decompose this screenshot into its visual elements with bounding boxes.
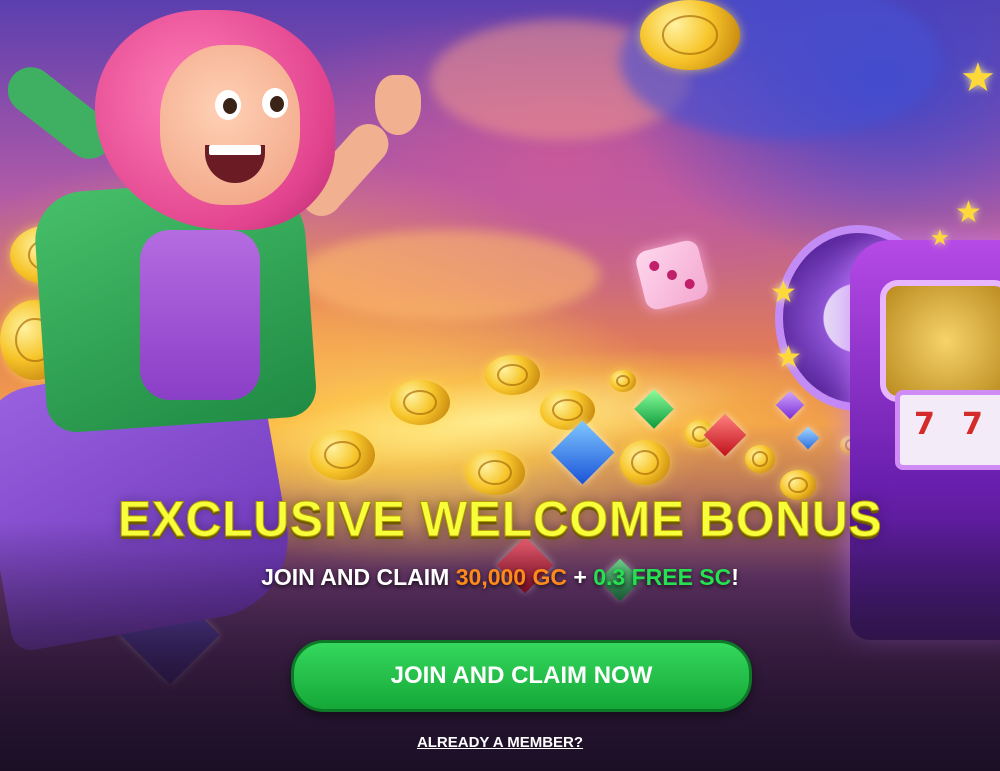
bonus-headline: EXCLUSIVE WELCOME BONUS	[117, 491, 883, 548]
reel-symbol: 7	[962, 407, 983, 442]
coin-icon	[485, 355, 540, 395]
subline-suffix: !	[731, 564, 739, 590]
reel-symbol: 7	[914, 407, 935, 442]
welcome-banner: 7 7 ★ ★ ★ ★ ★ EXCLUSIVE WELCOME BONUS JO…	[0, 0, 1000, 771]
join-and-claim-button[interactable]: JOIN AND CLAIM NOW	[291, 640, 752, 712]
already-member-link[interactable]: ALREADY A MEMBER?	[0, 734, 1000, 751]
peace-hand	[375, 75, 421, 135]
coin-icon	[620, 440, 670, 485]
subline-prefix: JOIN AND CLAIM	[261, 564, 456, 590]
sc-amount: 0.3 FREE SC	[593, 564, 732, 590]
dice-icon	[633, 238, 711, 312]
gc-amount: 30,000 GC	[455, 564, 567, 590]
coin-icon	[745, 445, 775, 473]
gem-icon	[796, 426, 820, 450]
slot-reels: 7 7	[895, 390, 1000, 470]
star-icon: ★	[960, 56, 996, 100]
star-icon: ★	[770, 276, 797, 309]
character-shirt	[140, 230, 260, 400]
slot-screen	[880, 280, 1000, 402]
coin-icon	[465, 450, 525, 495]
subline-plus: +	[566, 564, 594, 590]
character-eye	[262, 88, 288, 118]
star-icon: ★	[955, 196, 982, 229]
coin-icon	[640, 0, 740, 70]
character-eye	[215, 90, 241, 120]
star-icon: ★	[930, 225, 950, 250]
coin-icon	[610, 370, 636, 392]
star-icon: ★	[775, 341, 802, 374]
bonus-subline: JOIN AND CLAIM 30,000 GC + 0.3 FREE SC!	[0, 564, 1000, 591]
